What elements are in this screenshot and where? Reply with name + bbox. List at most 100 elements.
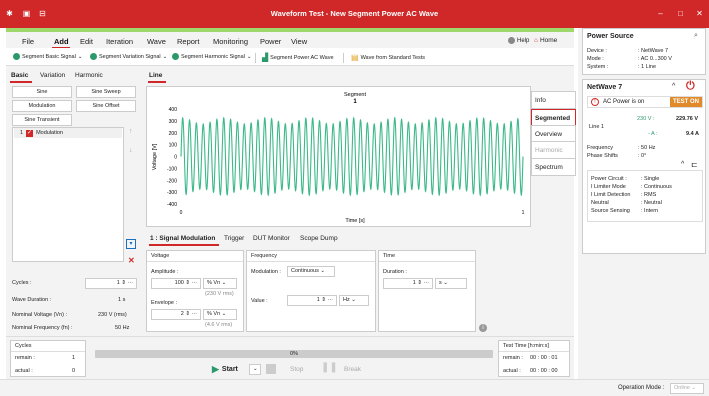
tab-dut-monitor[interactable]: DUT Monitor — [253, 235, 290, 242]
test-time-title: Test Time [h:min:s] — [499, 341, 569, 352]
operation-mode-select[interactable]: Online ⌄ — [670, 383, 704, 394]
tab-basic[interactable]: Basic — [11, 72, 28, 79]
maximize-icon[interactable]: □ — [676, 9, 685, 18]
tab-line[interactable]: Line — [149, 72, 162, 79]
x-axis-label: Time [s] — [345, 218, 365, 224]
modulation-button[interactable]: Modulation — [12, 100, 72, 112]
connect-icon[interactable]: ⌕ — [694, 32, 698, 40]
segment-basic-signal-button[interactable]: Segment Basic Signal ⌄ — [13, 53, 82, 60]
menu-report[interactable]: Report — [177, 37, 200, 46]
start-options-dropdown[interactable]: ⌄ — [249, 364, 261, 375]
envelope-stepper[interactable]: 2 ⇕ ··· — [151, 309, 201, 320]
envelope-label: Envelope : — [151, 300, 177, 306]
x-tick-label: 1 — [522, 210, 525, 216]
voltage-series-line — [180, 116, 524, 197]
menu-file[interactable]: File — [22, 37, 34, 46]
cycles-actual-label: actual : — [15, 368, 33, 374]
menu-view[interactable]: View — [291, 37, 307, 46]
envelope-unit-select[interactable]: % Vn ⌄ — [203, 309, 237, 320]
sine-sweep-button[interactable]: Sine Sweep — [76, 86, 136, 98]
segment-harmonic-signal-button[interactable]: Segment Harmonic Signal ⌄ — [172, 53, 252, 60]
detail-value: : Single — [641, 176, 660, 182]
cycles-stepper[interactable]: 1 ⇕ ··· — [85, 278, 137, 289]
value-label: Value : — [251, 298, 268, 304]
detail-value: : Intern — [641, 208, 659, 214]
progress-percent: 0% — [290, 351, 298, 357]
move-down-icon[interactable]: ↓ — [129, 147, 133, 154]
menu-add[interactable]: Add — [54, 37, 69, 46]
home-icon: ⌂ — [534, 37, 538, 44]
envelope-rms: (4.6 V rms) — [205, 322, 233, 328]
segment-power-ac-wave-button[interactable]: ▟ Segment Power AC Wave — [262, 53, 334, 62]
standard-tests-icon: ▤ — [351, 53, 359, 62]
tab-signal-modulation[interactable]: 1 : Signal Modulation — [150, 235, 215, 242]
segment-settings-icon[interactable]: ▾ — [126, 239, 136, 249]
delete-icon[interactable]: ✕ — [128, 256, 135, 265]
close-icon[interactable]: ✕ — [695, 9, 704, 18]
stop-button[interactable]: Stop — [290, 366, 303, 373]
expand-icon[interactable]: ^ — [681, 161, 684, 168]
tab-variation[interactable]: Variation — [40, 72, 65, 79]
duration-unit-select[interactable]: s ⌄ — [435, 278, 467, 289]
wave-from-standard-tests-button[interactable]: ▤ Wave from Standard Tests — [351, 53, 425, 62]
add-segment-icon — [13, 53, 20, 60]
window-title: Waveform Test - New Segment Power AC Wav… — [270, 9, 439, 18]
sine-transient-button[interactable]: Sine Transient — [12, 114, 72, 126]
help-button[interactable]: Help — [508, 37, 529, 44]
move-up-icon[interactable]: ↑ — [129, 128, 133, 135]
menu-power[interactable]: Power — [260, 37, 281, 46]
minimize-icon[interactable]: – — [656, 9, 665, 18]
mode-label: Mode : — [587, 56, 604, 62]
tab-active-indicator — [10, 81, 32, 83]
cycles-remain-value: 1 — [72, 355, 76, 361]
collapse-icon[interactable]: ^ — [672, 83, 675, 90]
menu-monitoring[interactable]: Monitoring — [213, 37, 248, 46]
detail-label: I Limiter Mode — [591, 184, 626, 190]
tab-scope-dump[interactable]: Scope Dump — [300, 235, 338, 242]
tab-spectrum[interactable]: Spectrum — [531, 158, 576, 176]
cycles-box-title: Cycles — [11, 341, 85, 352]
detail-value: : Continuous — [641, 184, 672, 190]
current-setpoint: - A : — [648, 131, 658, 137]
info-icon[interactable]: i — [479, 324, 487, 332]
phase-shifts-label: Phase Shifts — [587, 153, 618, 159]
segment-list — [12, 127, 124, 262]
voltage-measured: 229.76 V — [676, 116, 699, 122]
add-segment-icon — [172, 53, 179, 60]
modulation-select[interactable]: Continuous ⌄ — [287, 266, 335, 277]
sine-offset-button[interactable]: Sine Offset — [76, 100, 136, 112]
segment-variation-signal-button[interactable]: Segment Variation Signal ⌄ — [90, 53, 167, 60]
list-item[interactable]: 1 ✓ Modulation — [14, 128, 122, 138]
frequency-value-stepper[interactable]: 1 ⇕ ··· — [287, 295, 337, 306]
power-icon[interactable]: ⏻ — [686, 80, 695, 93]
pause-icon[interactable]: ❚❚ — [321, 362, 338, 373]
checkbox-checked-icon[interactable]: ✓ — [26, 129, 34, 137]
tab-info[interactable]: Info — [531, 91, 576, 109]
detail-label: Source Sensing — [591, 208, 630, 214]
menu-edit[interactable]: Edit — [80, 37, 93, 46]
detail-label: I Limit Detection — [591, 192, 631, 198]
menu-wave[interactable]: Wave — [147, 37, 166, 46]
test-time-actual-value: 00 : 00 : 00 — [530, 368, 558, 374]
plug-icon[interactable]: ⊏ — [691, 160, 698, 169]
home-button[interactable]: ⌂ Home — [534, 37, 557, 44]
amplitude-unit-select[interactable]: % Vn ⌄ — [203, 278, 237, 289]
test-time-remain-value: 00 : 00 : 01 — [530, 355, 558, 361]
menu-iteration[interactable]: Iteration — [106, 37, 133, 46]
y-tick-label: -400 — [167, 202, 177, 208]
duration-stepper[interactable]: 1 ⇕ ··· — [383, 278, 433, 289]
frequency-group: Frequency — [246, 250, 376, 332]
tab-harmonic[interactable]: Harmonic — [75, 72, 103, 79]
break-button[interactable]: Break — [344, 366, 361, 373]
amplitude-stepper[interactable]: 100 ⇕ ··· — [151, 278, 201, 289]
sine-button[interactable]: Sine — [12, 86, 72, 98]
system-label: System : — [587, 64, 609, 70]
operation-mode-label: Operation Mode : — [618, 385, 665, 391]
stop-icon[interactable] — [266, 364, 276, 374]
nominal-frequency-value: 50 Hz — [115, 325, 130, 331]
start-button[interactable]: ▶ Start — [212, 364, 238, 375]
tab-trigger[interactable]: Trigger — [224, 235, 244, 242]
toolbar-separator — [343, 53, 344, 63]
frequency-unit-select[interactable]: Hz ⌄ — [339, 295, 369, 306]
tab-harmonic-side[interactable]: Harmonic — [531, 141, 576, 159]
